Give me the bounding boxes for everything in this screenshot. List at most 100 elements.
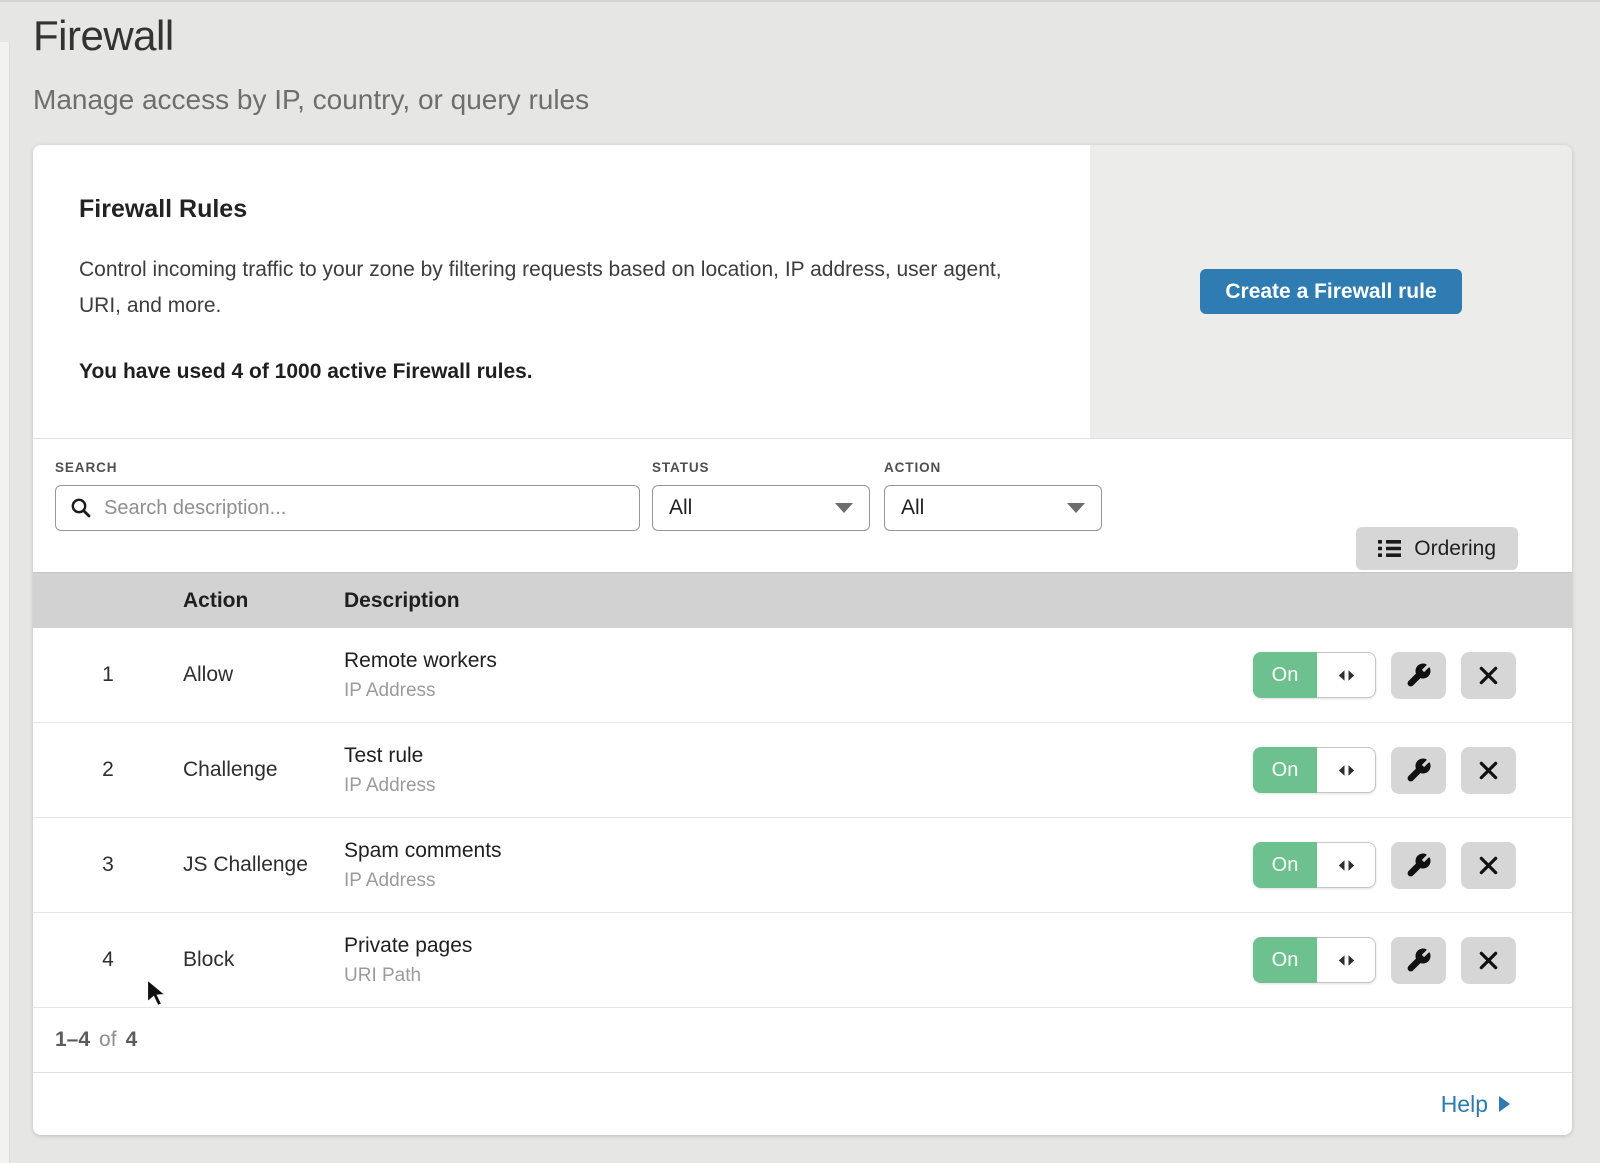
search-label: SEARCH <box>55 460 640 475</box>
rule-match-type: IP Address <box>344 775 1253 797</box>
rule-controls: On <box>1253 747 1572 794</box>
search-input[interactable] <box>102 496 625 521</box>
rule-description: Private pages <box>344 934 1253 958</box>
toggle-knob-left-right-arrows-icon[interactable] <box>1317 747 1376 793</box>
wrench-icon <box>1405 852 1432 879</box>
rule-controls: On <box>1253 652 1572 699</box>
pagination-total: 4 <box>126 1028 138 1052</box>
section-description: Control incoming traffic to your zone by… <box>79 252 1029 324</box>
right-triangle-icon <box>1499 1096 1510 1112</box>
rule-enabled-toggle[interactable]: On <box>1253 652 1376 698</box>
toggle-on-label: On <box>1253 652 1317 698</box>
search-box[interactable] <box>55 485 640 531</box>
ordering-wrap: Ordering <box>1356 460 1518 572</box>
toggle-knob-left-right-arrows-icon[interactable] <box>1317 652 1376 698</box>
rule-description-cell: Spam comments IP Address <box>344 839 1253 892</box>
rule-controls: On <box>1253 842 1572 889</box>
edit-rule-button[interactable] <box>1391 842 1446 889</box>
action-label: ACTION <box>884 460 1102 475</box>
chevron-down-icon <box>835 503 853 513</box>
rule-action: JS Challenge <box>183 853 344 877</box>
rules-list: 1 Allow Remote workers IP Address On <box>33 628 1572 1008</box>
page-header: Firewall Manage access by IP, country, o… <box>0 2 1600 116</box>
pagination: 1–4 of 4 <box>33 1008 1572 1073</box>
rule-priority: 1 <box>33 663 183 687</box>
delete-rule-button[interactable] <box>1461 937 1516 984</box>
toggle-on-label: On <box>1253 937 1317 983</box>
ordering-button-label: Ordering <box>1414 537 1496 561</box>
status-label: STATUS <box>652 460 870 475</box>
toggle-on-label: On <box>1253 842 1317 888</box>
rule-priority: 4 <box>33 948 183 972</box>
rule-match-type: IP Address <box>344 680 1253 702</box>
rule-description: Test rule <box>344 744 1253 768</box>
pagination-of: of <box>99 1028 117 1052</box>
rule-description: Remote workers <box>344 649 1253 673</box>
status-select[interactable]: All <box>652 485 870 531</box>
intro-text-block: Firewall Rules Control incoming traffic … <box>33 145 1090 438</box>
create-rule-panel: Create a Firewall rule <box>1090 145 1572 438</box>
x-icon <box>1478 760 1499 781</box>
action-filter-group: ACTION All <box>884 460 1102 572</box>
wrench-icon <box>1405 757 1432 784</box>
page-subtitle: Manage access by IP, country, or query r… <box>33 84 1600 116</box>
wrench-icon <box>1405 662 1432 689</box>
toggle-knob-left-right-arrows-icon[interactable] <box>1317 937 1376 983</box>
description-column-header: Description <box>344 589 1572 613</box>
help-link-label: Help <box>1441 1091 1488 1118</box>
list-icon <box>1378 539 1401 558</box>
firewall-rules-card: Firewall Rules Control incoming traffic … <box>33 145 1572 1135</box>
table-row: 1 Allow Remote workers IP Address On <box>33 628 1572 723</box>
rule-description-cell: Remote workers IP Address <box>344 649 1253 702</box>
wrench-icon <box>1405 947 1432 974</box>
delete-rule-button[interactable] <box>1461 842 1516 889</box>
rule-description: Spam comments <box>344 839 1253 863</box>
usage-summary: You have used 4 of 1000 active Firewall … <box>79 360 1030 384</box>
edit-rule-button[interactable] <box>1391 937 1446 984</box>
section-heading: Firewall Rules <box>79 195 1030 224</box>
rule-description-cell: Test rule IP Address <box>344 744 1253 797</box>
rule-priority: 2 <box>33 758 183 782</box>
search-icon <box>70 497 92 519</box>
pagination-range: 1–4 <box>55 1028 90 1052</box>
table-row: 4 Block Private pages URI Path On <box>33 913 1572 1008</box>
toggle-on-label: On <box>1253 747 1317 793</box>
rule-match-type: URI Path <box>344 965 1253 987</box>
chevron-down-icon <box>1067 503 1085 513</box>
status-filter-group: STATUS All <box>652 460 870 572</box>
delete-rule-button[interactable] <box>1461 747 1516 794</box>
delete-rule-button[interactable] <box>1461 652 1516 699</box>
x-icon <box>1478 950 1499 971</box>
rule-action: Block <box>183 948 344 972</box>
page-title: Firewall <box>33 12 1600 60</box>
toggle-knob-left-right-arrows-icon[interactable] <box>1317 842 1376 888</box>
x-icon <box>1478 855 1499 876</box>
rule-enabled-toggle[interactable]: On <box>1253 937 1376 983</box>
status-selected-value: All <box>669 496 692 520</box>
edit-rule-button[interactable] <box>1391 652 1446 699</box>
action-select[interactable]: All <box>884 485 1102 531</box>
rule-match-type: IP Address <box>344 870 1253 892</box>
rule-action: Allow <box>183 663 344 687</box>
table-row: 3 JS Challenge Spam comments IP Address … <box>33 818 1572 913</box>
card-footer: Help <box>33 1073 1572 1135</box>
window-left-edge <box>0 42 10 1163</box>
rule-enabled-toggle[interactable]: On <box>1253 842 1376 888</box>
filter-bar: SEARCH STATUS All ACTION All <box>33 439 1572 572</box>
action-column-header: Action <box>183 589 344 613</box>
rule-enabled-toggle[interactable]: On <box>1253 747 1376 793</box>
rule-priority: 3 <box>33 853 183 877</box>
firewall-rules-intro-section: Firewall Rules Control incoming traffic … <box>33 145 1572 439</box>
x-icon <box>1478 665 1499 686</box>
create-firewall-rule-button[interactable]: Create a Firewall rule <box>1200 269 1461 314</box>
table-header: Action Description <box>33 572 1572 628</box>
rule-controls: On <box>1253 937 1572 984</box>
search-filter-group: SEARCH <box>55 460 640 572</box>
table-row: 2 Challenge Test rule IP Address On <box>33 723 1572 818</box>
ordering-button[interactable]: Ordering <box>1356 527 1518 570</box>
help-link[interactable]: Help <box>1441 1091 1510 1118</box>
rule-action: Challenge <box>183 758 344 782</box>
action-selected-value: All <box>901 496 924 520</box>
rule-description-cell: Private pages URI Path <box>344 934 1253 987</box>
edit-rule-button[interactable] <box>1391 747 1446 794</box>
